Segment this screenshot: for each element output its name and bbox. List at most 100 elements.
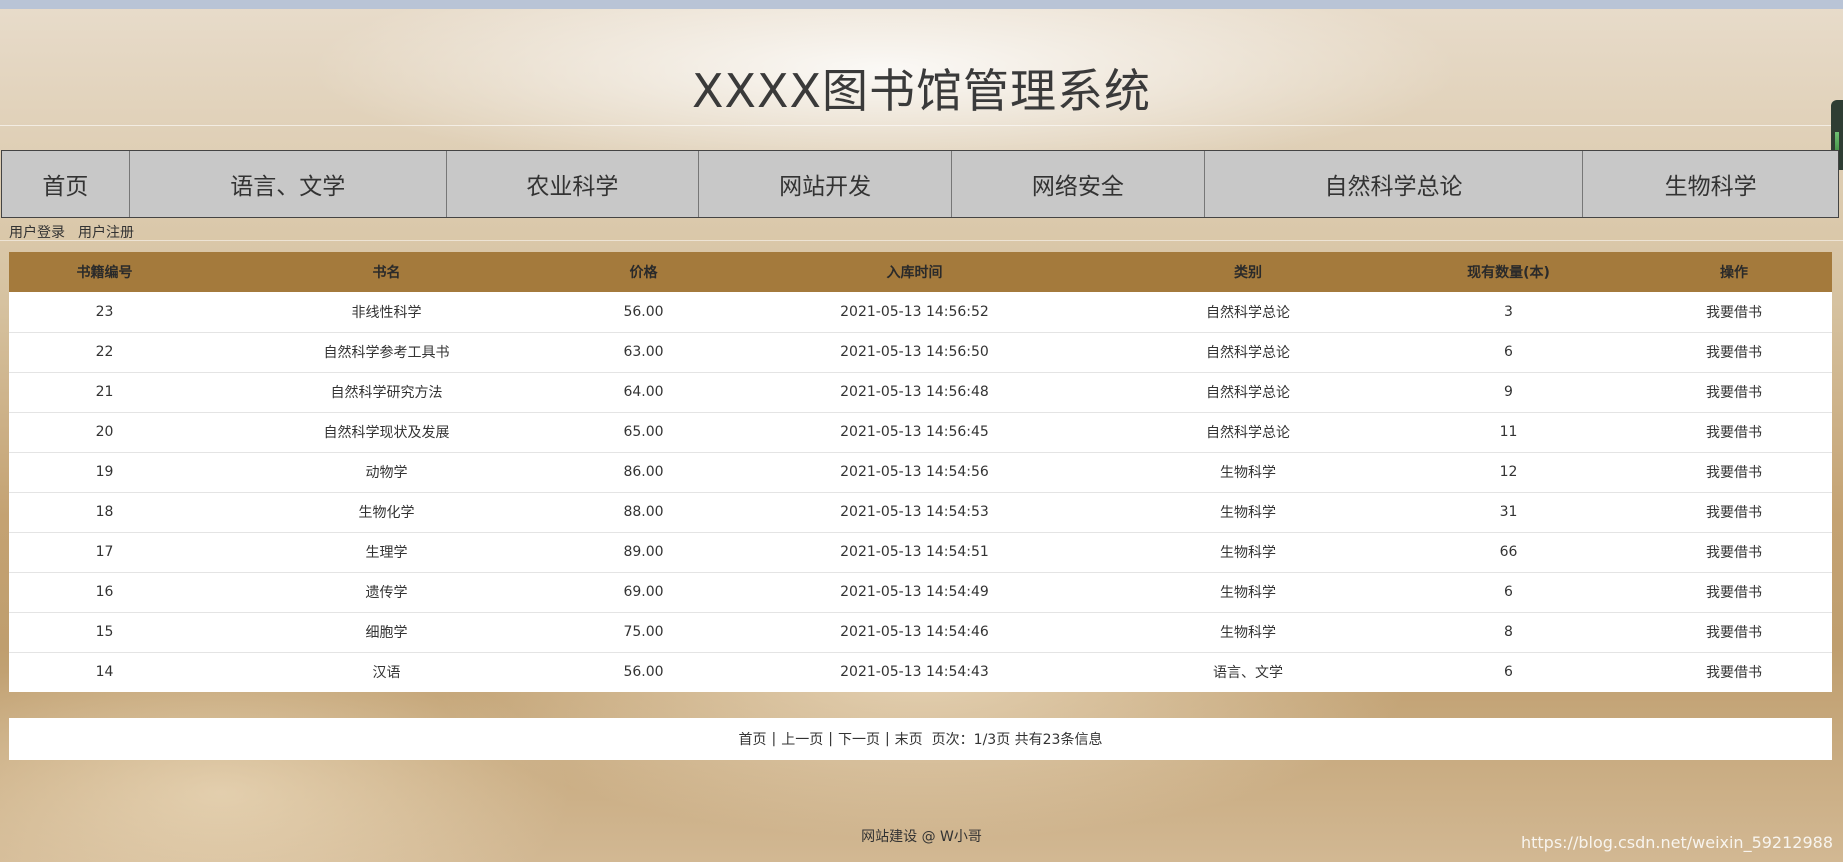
cell-id: 15 xyxy=(95,624,114,640)
col-header-title: 书名 xyxy=(372,265,401,281)
borrow-link[interactable]: 我要借书 xyxy=(1636,372,1832,412)
borrow-link[interactable]: 我要借书 xyxy=(1636,292,1832,332)
book-table: 书籍编号 书名 价格 入库时间 类别 现有数量(本) 操作 23 非线性科学 56.… xyxy=(9,252,1832,692)
cell-price: 56.00 xyxy=(623,303,664,320)
pager-separator: | xyxy=(771,731,777,747)
cell-stock-time: 2021-05-13 14:56:48 xyxy=(840,384,989,400)
cell-title: 生物化学 xyxy=(358,505,415,521)
cell-category: 自然科学总论 xyxy=(1206,304,1290,321)
main-nav: 首页 语言、文学 农业科学 网站开发 网络安全 自然科学总论 生物科学 xyxy=(1,150,1839,218)
cell-category: 生物科学 xyxy=(1220,585,1276,601)
cell-title: 自然科学参考工具书 xyxy=(323,345,450,361)
table-body: 23 非线性科学 56.00 2021-05-13 14:56:52 自然科学总论 3 我要… xyxy=(9,292,1832,692)
cell-category: 生物科学 xyxy=(1220,545,1276,561)
cell-title: 自然科学现状及发展 xyxy=(323,425,450,441)
cell-category: 自然科学总论 xyxy=(1206,385,1290,401)
pager-separator: | xyxy=(828,731,833,747)
browser-top-strip xyxy=(0,0,1843,9)
pager-prev-link[interactable]: 上一页 xyxy=(781,729,823,749)
user-login-link[interactable]: 用户登录 xyxy=(9,222,65,242)
cell-id: 19 xyxy=(95,464,114,480)
cell-quantity: 8 xyxy=(1504,624,1513,640)
cell-quantity: 12 xyxy=(1499,464,1518,480)
col-header-action: 操作 xyxy=(1720,265,1748,281)
cell-stock-time: 2021-05-13 14:56:50 xyxy=(840,344,989,360)
nav-item-web-development[interactable]: 网站开发 xyxy=(699,151,952,217)
cell-category: 生物科学 xyxy=(1220,465,1276,481)
nav-item-natural-science[interactable]: 自然科学总论 xyxy=(1205,151,1584,217)
borrow-link[interactable]: 我要借书 xyxy=(1636,452,1832,492)
cell-quantity: 66 xyxy=(1499,544,1518,560)
cell-stock-time: 2021-05-13 14:54:43 xyxy=(840,664,989,681)
cell-quantity: 6 xyxy=(1504,584,1513,600)
cell-price: 88.00 xyxy=(623,504,664,520)
pager-separator: | xyxy=(884,731,890,747)
cell-stock-time: 2021-05-13 14:56:52 xyxy=(840,303,989,320)
pagination: 首页 | 上一页 | 下一页 | 末页 页次：1/3页 共有23条信息 xyxy=(9,718,1832,760)
cell-stock-time: 2021-05-13 14:54:49 xyxy=(840,584,989,600)
borrow-link[interactable]: 我要借书 xyxy=(1636,332,1832,372)
cell-quantity: 6 xyxy=(1504,664,1513,681)
table-row: 16 遗传学 69.00 2021-05-13 14:54:49 生物科学 6 我要借书 xyxy=(9,572,1832,612)
cell-id: 23 xyxy=(95,303,114,320)
table-row: 20 自然科学现状及发展 65.00 2021-05-13 14:56:45 自然科学总… xyxy=(9,412,1832,452)
divider xyxy=(0,240,1843,241)
cell-id: 18 xyxy=(95,504,114,520)
cell-id: 16 xyxy=(95,584,114,600)
user-links: 用户登录 用户注册 xyxy=(9,222,134,242)
site-header: XXXX图书馆管理系统 xyxy=(0,9,1843,126)
table-row: 23 非线性科学 56.00 2021-05-13 14:56:52 自然科学总论 3 我要… xyxy=(9,292,1832,332)
pager-info: 页次：1/3页 共有23条信息 xyxy=(931,732,1103,748)
cell-title: 细胞学 xyxy=(365,625,408,641)
cell-id: 14 xyxy=(95,664,114,681)
borrow-link[interactable]: 我要借书 xyxy=(1636,612,1832,652)
user-register-link[interactable]: 用户注册 xyxy=(78,222,134,242)
col-header-id: 书籍编号 xyxy=(76,265,133,281)
borrow-link[interactable]: 我要借书 xyxy=(1636,412,1832,452)
borrow-link[interactable]: 我要借书 xyxy=(1636,652,1832,692)
pager-next-link[interactable]: 下一页 xyxy=(838,729,880,749)
col-header-price: 价格 xyxy=(629,265,658,281)
site-title: XXXX图书馆管理系统 xyxy=(691,64,1152,118)
cell-price: 64.00 xyxy=(623,384,664,400)
cell-price: 63.00 xyxy=(623,344,664,360)
borrow-link[interactable]: 我要借书 xyxy=(1636,532,1832,572)
cell-price: 89.00 xyxy=(623,544,664,560)
watermark: https://blog.csdn.net/weixin_59212988 xyxy=(1520,833,1833,852)
cell-quantity: 9 xyxy=(1504,384,1513,400)
nav-item-biology[interactable]: 生物科学 xyxy=(1583,151,1838,217)
cell-id: 21 xyxy=(95,384,114,400)
cell-stock-time: 2021-05-13 14:54:51 xyxy=(840,544,989,560)
cell-title: 遗传学 xyxy=(365,585,408,601)
nav-item-agriculture[interactable]: 农业科学 xyxy=(447,151,700,217)
cell-quantity: 31 xyxy=(1499,504,1518,520)
borrow-link[interactable]: 我要借书 xyxy=(1636,572,1832,612)
cell-title: 生理学 xyxy=(365,545,408,561)
table-row: 18 生物化学 88.00 2021-05-13 14:54:53 生物科学 31 我要借书 xyxy=(9,492,1832,532)
cell-title: 动物学 xyxy=(365,465,408,481)
table-header-row: 书籍编号 书名 价格 入库时间 类别 现有数量(本) 操作 xyxy=(9,252,1832,292)
nav-item-language-literature[interactable]: 语言、文学 xyxy=(130,151,447,217)
pager-last-link[interactable]: 末页 xyxy=(895,729,923,749)
cell-category: 自然科学总论 xyxy=(1206,345,1290,361)
cell-stock-time: 2021-05-13 14:54:56 xyxy=(840,464,989,480)
cell-quantity: 6 xyxy=(1504,344,1513,360)
cell-stock-time: 2021-05-13 14:54:53 xyxy=(840,504,989,520)
cell-category: 生物科学 xyxy=(1220,625,1276,641)
cell-category: 语言、文学 xyxy=(1213,665,1283,682)
cell-stock-time: 2021-05-13 14:56:45 xyxy=(840,424,989,440)
table-row: 15 细胞学 75.00 2021-05-13 14:54:46 生物科学 8 我要借书 xyxy=(9,612,1832,652)
nav-item-network-security[interactable]: 网络安全 xyxy=(952,151,1205,217)
borrow-link[interactable]: 我要借书 xyxy=(1636,492,1832,532)
nav-item-home[interactable]: 首页 xyxy=(2,151,130,217)
col-header-category: 类别 xyxy=(1234,265,1262,281)
table-row: 14 汉语 56.00 2021-05-13 14:54:43 语言、文学 6 我要借书 xyxy=(9,652,1832,692)
cell-price: 75.00 xyxy=(623,624,664,640)
col-header-quantity: 现有数量(本) xyxy=(1467,265,1550,281)
cell-title: 汉语 xyxy=(372,665,401,682)
pager-first-link[interactable]: 首页 xyxy=(739,729,767,749)
cell-title: 自然科学研究方法 xyxy=(330,385,443,401)
cell-price: 86.00 xyxy=(623,464,664,480)
table-row: 19 动物学 86.00 2021-05-13 14:54:56 生物科学 12 我要借书 xyxy=(9,452,1832,492)
cell-price: 69.00 xyxy=(623,584,664,600)
